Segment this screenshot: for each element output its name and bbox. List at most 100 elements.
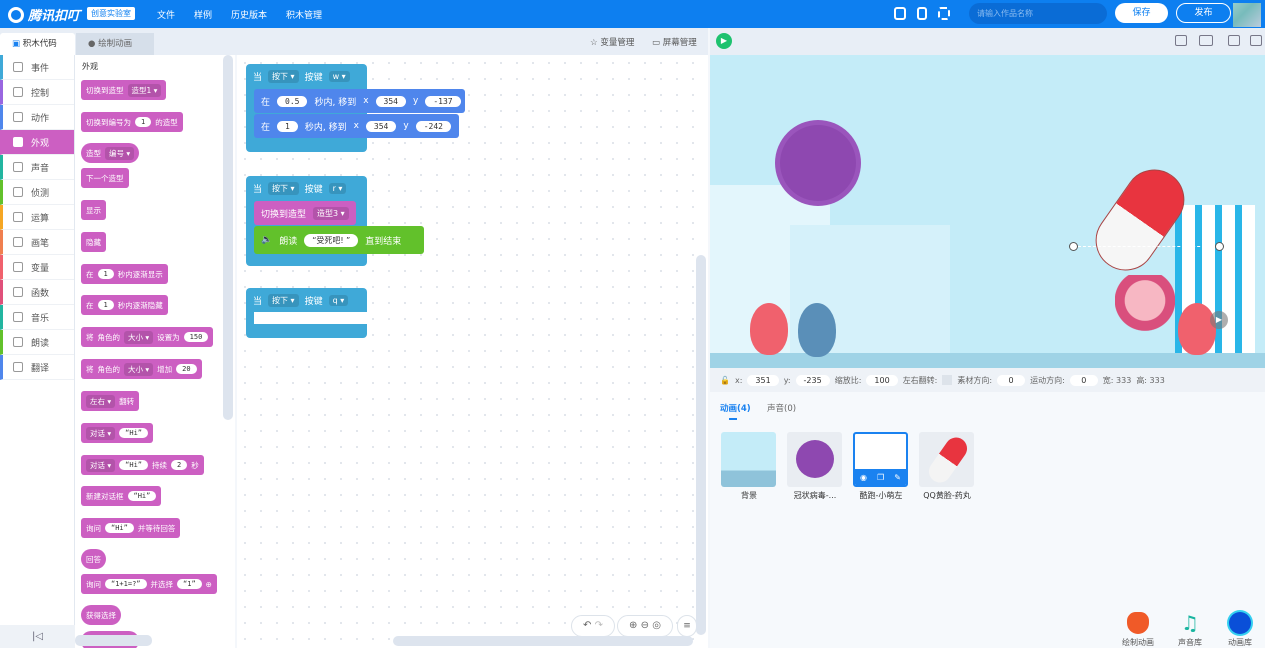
palette-scrollbar[interactable]	[223, 55, 233, 420]
block-hide[interactable]: 隐藏	[81, 232, 106, 252]
tab-block-code[interactable]: ▣ 积木代码	[0, 33, 75, 55]
event-dropdown[interactable]: 按下 ▾	[268, 69, 299, 83]
input[interactable]: 150	[183, 332, 209, 342]
category-7[interactable]: 画笔	[0, 230, 74, 255]
dropdown[interactable]: 对话 ▾	[86, 426, 116, 440]
zoom-in-icon[interactable]: ⊕	[629, 620, 637, 631]
key-dropdown[interactable]: q ▾	[328, 294, 349, 306]
small-stage-icon[interactable]	[1175, 35, 1187, 46]
category-10[interactable]: 音乐	[0, 305, 74, 330]
input[interactable]: -137	[425, 95, 461, 107]
screenshot-icon[interactable]	[938, 7, 950, 20]
sprite-thumb-girl[interactable]: ◉ ❐ ✎	[853, 432, 908, 487]
screen-size-dropdown-icon[interactable]	[1199, 35, 1213, 46]
key-dropdown[interactable]: w ▾	[328, 70, 350, 82]
next-arrow-icon[interactable]: ▶	[1210, 311, 1228, 329]
workspace-h-scrollbar[interactable]	[393, 636, 693, 646]
category-12[interactable]: 翻译	[0, 355, 74, 380]
block-say[interactable]: 对话 ▾ “Hi”	[81, 423, 154, 443]
script-when-key-r[interactable]: 当按下 ▾ 按键 r ▾ 切换到造型 造型3 ▾ 🔈 朗读 “受死吧! ” 直到结束	[246, 176, 424, 266]
logo[interactable]: 腾讯扣叮	[8, 5, 80, 24]
menu-block-manage[interactable]: 积木管理	[286, 8, 322, 21]
cleanup-icon[interactable]: ≡	[677, 615, 697, 637]
block-speak-until-done[interactable]: 🔈 朗读 “受死吧! ” 直到结束	[254, 226, 424, 254]
stage-canvas[interactable]: ▶	[710, 55, 1265, 368]
block-ask[interactable]: 询问 “Hi” 并等待回答	[81, 518, 181, 538]
palette-h-scrollbar[interactable]	[75, 635, 152, 646]
category-4[interactable]: 声音	[0, 155, 74, 180]
y-field[interactable]: -235	[795, 374, 830, 386]
category-2[interactable]: 动作	[0, 105, 74, 130]
category-9[interactable]: 函数	[0, 280, 74, 305]
backpack-icon[interactable]	[894, 7, 906, 20]
phone-icon[interactable]	[917, 7, 927, 20]
input[interactable]: “Hi”	[127, 491, 157, 501]
block-glide-to[interactable]: 在 1 秒内, 移到 x 354 y -242	[254, 114, 459, 138]
sound-library-button[interactable]: ♫ 声音库	[1178, 612, 1202, 648]
block-switch-costume-number[interactable]: 切换到编号为 1 的造型	[81, 112, 183, 132]
tab-sounds[interactable]: 声音(0)	[767, 402, 796, 414]
dropdown[interactable]: 编号 ▾	[105, 146, 135, 160]
input[interactable]: -242	[415, 120, 451, 132]
input[interactable]: 2	[171, 460, 188, 470]
zoom-out-icon[interactable]: ⊖	[641, 620, 649, 631]
scale-field[interactable]: 100	[866, 374, 898, 386]
input[interactable]: 354	[375, 95, 406, 107]
block-new-dialog[interactable]: 新建对话框 “Hi”	[81, 486, 162, 506]
edit-icon[interactable]: ✎	[894, 473, 901, 482]
collapse-sidebar-button[interactable]: |◁	[0, 625, 75, 648]
input[interactable]: “Hi”	[105, 523, 134, 533]
input[interactable]: “Hi”	[119, 428, 149, 438]
dropdown[interactable]: 大小 ▾	[124, 362, 154, 376]
input[interactable]: 1	[97, 269, 114, 279]
number-input[interactable]: 1	[135, 117, 152, 127]
input[interactable]: “受死吧! ”	[304, 233, 359, 247]
tab-animations[interactable]: 动画(4)	[720, 402, 751, 414]
variable-manage-button[interactable]: ☆ 变量管理	[590, 36, 634, 48]
resize-handle[interactable]	[1069, 242, 1078, 251]
input[interactable]: “Hi”	[119, 460, 149, 470]
category-3[interactable]: 外观	[0, 130, 74, 155]
costume-dropdown[interactable]: 造型3 ▾	[313, 206, 349, 220]
category-8[interactable]: 变量	[0, 255, 74, 280]
input[interactable]: 0.5	[277, 95, 308, 107]
block-glide-to[interactable]: 在 0.5 秒内, 移到 x 354 y -137	[254, 89, 465, 113]
fullscreen-icon[interactable]	[1250, 35, 1262, 46]
recenter-icon[interactable]: ◎	[652, 620, 661, 631]
block-get-choice[interactable]: 获得选择	[81, 605, 121, 625]
eye-icon[interactable]: ◉	[860, 473, 867, 482]
event-dropdown[interactable]: 按下 ▾	[268, 293, 299, 307]
category-6[interactable]: 运算	[0, 205, 74, 230]
input[interactable]: 354	[365, 120, 397, 132]
category-0[interactable]: 事件	[0, 55, 74, 80]
virus-sprite[interactable]	[780, 125, 856, 201]
category-11[interactable]: 朗读	[0, 330, 74, 355]
draw-animation-button[interactable]: 绘制动画	[1122, 612, 1154, 648]
input[interactable]: 1	[97, 300, 114, 310]
event-dropdown[interactable]: 按下 ▾	[268, 181, 299, 195]
redo-icon[interactable]: ↷	[595, 620, 603, 631]
copy-icon[interactable]: ❐	[877, 473, 884, 482]
input[interactable]: 1	[277, 120, 298, 132]
costume-direction-field[interactable]: 0	[997, 374, 1026, 386]
flip-checkbox[interactable]	[942, 375, 953, 385]
menu-file[interactable]: 文件	[157, 8, 175, 21]
block-costume-reporter[interactable]: 造型 编号 ▾	[81, 143, 140, 163]
category-5[interactable]: 侦测	[0, 180, 74, 205]
script-when-key-q[interactable]: 当按下 ▾ 按键 q ▾	[246, 288, 367, 338]
category-1[interactable]: 控制	[0, 80, 74, 105]
block-fade-in[interactable]: 在 1 秒内逐渐显示	[81, 264, 168, 284]
block-answer[interactable]: 回答	[81, 549, 106, 569]
workspace-v-scrollbar[interactable]	[696, 255, 706, 635]
input[interactable]: “1”	[177, 579, 202, 589]
block-next-costume[interactable]: 下一个造型	[81, 168, 129, 188]
girl-sprite[interactable]	[1115, 275, 1175, 360]
resize-handle[interactable]	[1215, 242, 1224, 251]
animation-library-button[interactable]: 动画库	[1228, 612, 1252, 648]
sprite-thumb-virus[interactable]	[787, 432, 842, 487]
tab-draw-animation[interactable]: ● 绘制动画	[76, 33, 154, 55]
avatar[interactable]	[1233, 3, 1261, 27]
grid-icon[interactable]	[1228, 35, 1240, 46]
block-fade-out[interactable]: 在 1 秒内逐渐隐藏	[81, 295, 168, 315]
lock-icon[interactable]: 🔓	[720, 376, 730, 385]
